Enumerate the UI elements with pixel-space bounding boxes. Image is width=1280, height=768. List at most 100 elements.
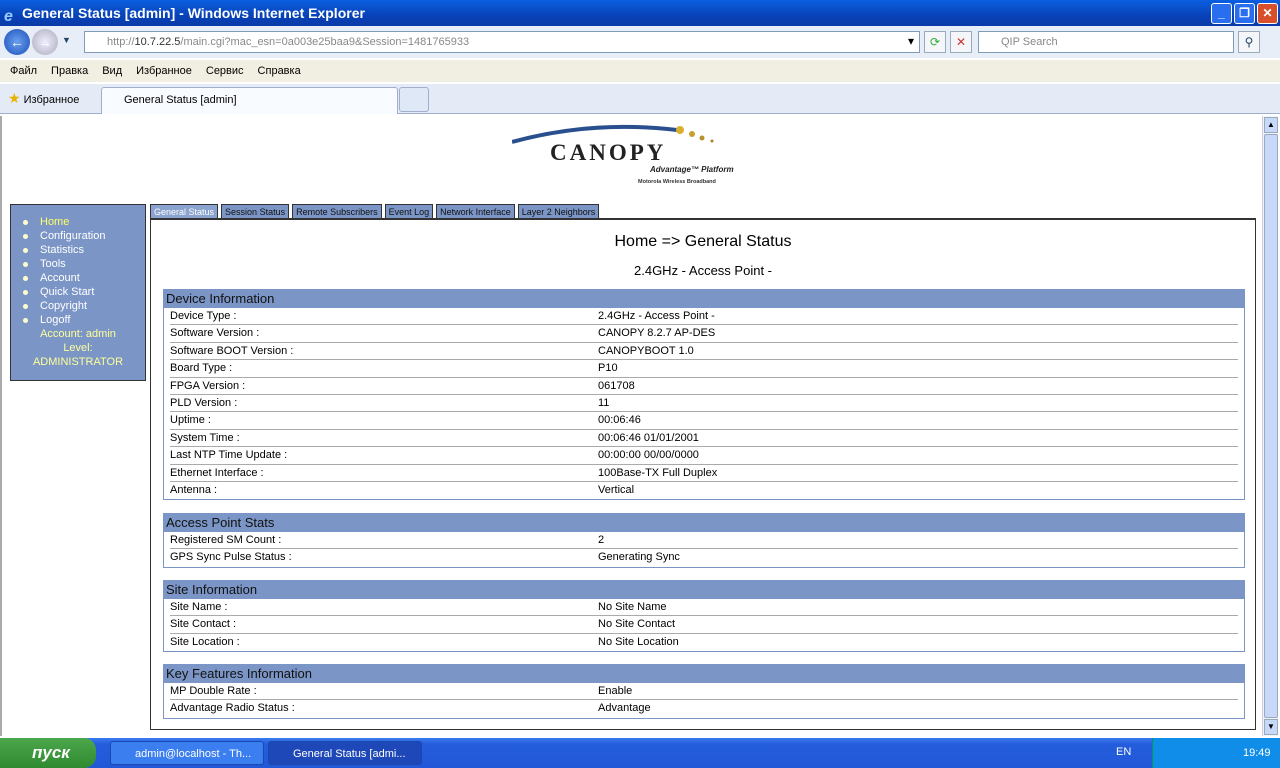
info-label: System Time : — [170, 431, 240, 444]
address-input[interactable]: http://10.7.22.5/main.cgi?mac_esn=0a003e… — [84, 31, 920, 53]
scroll-up-arrow[interactable]: ▲ — [1264, 117, 1278, 133]
info-value: 00:06:46 01/01/2001 — [598, 431, 699, 444]
info-label: Last NTP Time Update : — [170, 449, 288, 462]
info-row: Site Name : No Site Name — [170, 599, 1238, 617]
taskbar-item-terminal[interactable]: admin@localhost - Th... — [110, 741, 264, 765]
menu-file[interactable]: Файл — [10, 65, 37, 77]
new-tab-button[interactable] — [399, 87, 429, 112]
tab-network-interface[interactable]: Network Interface — [436, 204, 515, 219]
info-row: Uptime : 00:06:46 — [170, 412, 1238, 430]
account-name: Account: admin — [40, 328, 116, 340]
info-row: Site Location : No Site Location — [170, 634, 1238, 651]
info-value: 2.4GHz - Access Point - — [598, 310, 715, 322]
info-label: Board Type : — [170, 362, 233, 375]
info-row: Registered SM Count : 2 — [170, 532, 1238, 550]
forward-button[interactable]: → — [32, 29, 58, 55]
page-title: Home => General Status — [614, 233, 792, 250]
section-header: Device Information — [164, 290, 1244, 308]
scroll-down-arrow[interactable]: ▼ — [1264, 719, 1278, 735]
vertical-scrollbar[interactable]: ▲ ▼ — [1262, 116, 1278, 736]
sidebar-item-logoff[interactable]: Logoff — [11, 313, 145, 327]
info-label: Antenna : — [170, 483, 218, 496]
close-button[interactable]: ✕ — [1257, 3, 1278, 24]
browser-tab-general-status[interactable]: General Status [admin] — [101, 87, 398, 114]
sidebar-nav: Home Configuration Statistics Tools Acco… — [10, 204, 146, 381]
menu-view[interactable]: Вид — [102, 65, 122, 77]
info-label: Advantage Radio Status : — [170, 702, 295, 715]
info-label: Site Contact : — [170, 618, 237, 631]
search-input[interactable]: QIP Search — [978, 31, 1234, 53]
info-label: Uptime : — [170, 414, 211, 427]
sidebar-item-quick-start[interactable]: Quick Start — [11, 285, 145, 299]
favorites-button[interactable]: ★ Избранное — [8, 90, 79, 107]
menu-tools[interactable]: Сервис — [206, 65, 244, 77]
info-value: Vertical — [598, 483, 635, 496]
info-row: GPS Sync Pulse Status : Generating Sync — [170, 549, 1238, 566]
tab-layer-2-neighbors[interactable]: Layer 2 Neighbors — [517, 204, 600, 219]
window-title: General Status [admin] - Windows Interne… — [22, 5, 365, 21]
info-value: 2 — [598, 534, 605, 546]
page-subtitle: 2.4GHz - Access Point - — [634, 263, 772, 278]
info-label: MP Double Rate : — [170, 685, 257, 697]
info-row: Software Version : CANOPY 8.2.7 AP-DES — [170, 325, 1238, 343]
tab-event-log[interactable]: Event Log — [384, 204, 434, 219]
section-site-information: Site Information Site Name : No Site Name S… — [163, 580, 1245, 653]
svg-text:CANOPY: CANOPY — [550, 140, 666, 165]
language-indicator[interactable]: EN — [1116, 746, 1131, 758]
taskbar-item-ie[interactable]: General Status [admi... — [268, 741, 422, 765]
level-label: Level: — [63, 342, 93, 354]
canopy-logo: CANOPY Advantage™ Platform Motorola Wire… — [512, 124, 734, 185]
maximize-button[interactable]: ❐ — [1234, 3, 1255, 24]
info-value: 11 — [598, 396, 610, 409]
section-header: Site Information — [164, 581, 1244, 599]
taskbar: пуск admin@localhost - Th... General Sta… — [0, 738, 1280, 768]
sidebar-item-configuration[interactable]: Configuration — [11, 229, 145, 243]
info-row: Advantage Radio Status : Advantage — [170, 700, 1238, 717]
info-row: Ethernet Interface : 100Base-TX Full Dupl… — [170, 465, 1238, 482]
info-row: MP Double Rate : Enable — [170, 683, 1238, 701]
search-icon[interactable]: ⚲ — [1238, 31, 1260, 53]
info-row: System Time : 00:06:46 01/01/2001 — [170, 430, 1238, 448]
info-row: Software BOOT Version : CANOPYBOOT 1.0 — [170, 343, 1238, 361]
menu-help[interactable]: Справка — [258, 65, 301, 77]
sidebar-item-statistics[interactable]: Statistics — [11, 243, 145, 257]
sidebar-item-home[interactable]: Home — [11, 215, 145, 229]
tab-general-status[interactable]: General Status — [150, 204, 219, 219]
level-value: ADMINISTRATOR — [32, 356, 124, 368]
tab-remote-subscribers[interactable]: Remote Subscribers — [292, 204, 382, 219]
stop-button[interactable]: ✕ — [950, 31, 972, 53]
info-label: Ethernet Interface : — [170, 466, 264, 479]
sidebar-item-tools[interactable]: Tools — [11, 257, 145, 271]
main-panel: Home => General Status 2.4GHz - Access P… — [150, 218, 1256, 730]
info-value: 00:06:46 — [598, 414, 641, 427]
info-value: CANOPY 8.2.7 AP-DES — [598, 327, 716, 340]
info-row: Site Contact : No Site Contact — [170, 616, 1238, 634]
info-value: No Site Name — [598, 601, 667, 613]
info-value: P10 — [598, 362, 618, 375]
sidebar-item-account[interactable]: Account — [11, 271, 145, 285]
back-button[interactable]: ← — [4, 29, 30, 55]
start-button[interactable]: пуск — [0, 738, 96, 768]
info-label: Software BOOT Version : — [170, 344, 294, 357]
menu-edit[interactable]: Правка — [51, 65, 88, 77]
history-dropdown-icon[interactable]: ▼ — [62, 35, 71, 45]
info-value: Generating Sync — [598, 551, 680, 564]
sidebar-item-copyright[interactable]: Copyright — [11, 299, 145, 313]
info-row: Last NTP Time Update : 00:00:00 00/00/000… — [170, 447, 1238, 465]
minimize-button[interactable]: _ — [1211, 3, 1232, 24]
info-value: 061708 — [598, 379, 635, 392]
menu-bar: Файл Правка Вид Избранное Сервис Справка — [0, 60, 1280, 82]
section-header: Key Features Information — [164, 665, 1244, 683]
browser-tab-bar: ★ Избранное General Status [admin] — [0, 84, 1280, 114]
info-value: 100Base-TX Full Duplex — [598, 466, 718, 479]
menu-favorites[interactable]: Избранное — [136, 65, 192, 77]
address-dropdown-icon[interactable]: ▾ — [900, 31, 922, 53]
section-device-information: Device Information Device Type : 2.4GHz - … — [163, 289, 1245, 501]
info-label: GPS Sync Pulse Status : — [170, 551, 292, 564]
scroll-thumb[interactable] — [1264, 134, 1278, 718]
tab-session-status[interactable]: Session Status — [221, 204, 290, 219]
section-header: Access Point Stats — [164, 514, 1244, 532]
info-row: Antenna : Vertical — [170, 482, 1238, 499]
info-row: FPGA Version : 061708 — [170, 378, 1238, 395]
refresh-button[interactable]: ⟳ — [924, 31, 946, 53]
